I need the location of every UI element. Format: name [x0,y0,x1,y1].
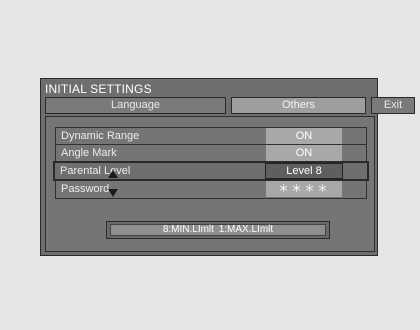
setting-angle-mark[interactable]: Angle Mark ON [56,145,366,162]
setting-dynamic-range[interactable]: Dynamic Range ON [56,128,366,145]
tab-others[interactable]: Others [231,97,366,114]
setting-value: Level 8 [265,163,343,179]
setting-password[interactable]: Password ＊＊＊＊ [56,181,366,198]
settings-list: Dynamic Range ON Angle Mark ON Parental … [53,127,369,199]
setting-label: Parental Level [60,165,131,177]
settings-panel: Dynamic Range ON Angle Mark ON Parental … [45,116,375,252]
setting-label: Angle Mark [61,147,117,159]
level-hint-text: 8:MIN.LImlt 1:MAX.LImlt [110,224,326,236]
level-hint-box: 8:MIN.LImlt 1:MAX.LImlt [106,221,330,239]
cursor-up-arrow-icon [108,170,118,178]
setting-value: ＊＊＊＊ [266,181,342,197]
cursor-down-arrow-icon [108,189,118,197]
window-title: INITIAL SETTINGS [45,82,152,96]
setting-parental-level[interactable]: Parental Level Level 8 [53,161,369,181]
setting-label: Dynamic Range [61,130,140,142]
tab-exit[interactable]: Exit [371,97,415,114]
setting-label: Password [61,183,110,195]
tab-language[interactable]: Language [45,97,226,114]
initial-settings-window: INITIAL SETTINGS Language Others Exit Dy… [40,78,415,256]
setting-value: ON [266,145,342,161]
setting-value: ON [266,128,342,144]
